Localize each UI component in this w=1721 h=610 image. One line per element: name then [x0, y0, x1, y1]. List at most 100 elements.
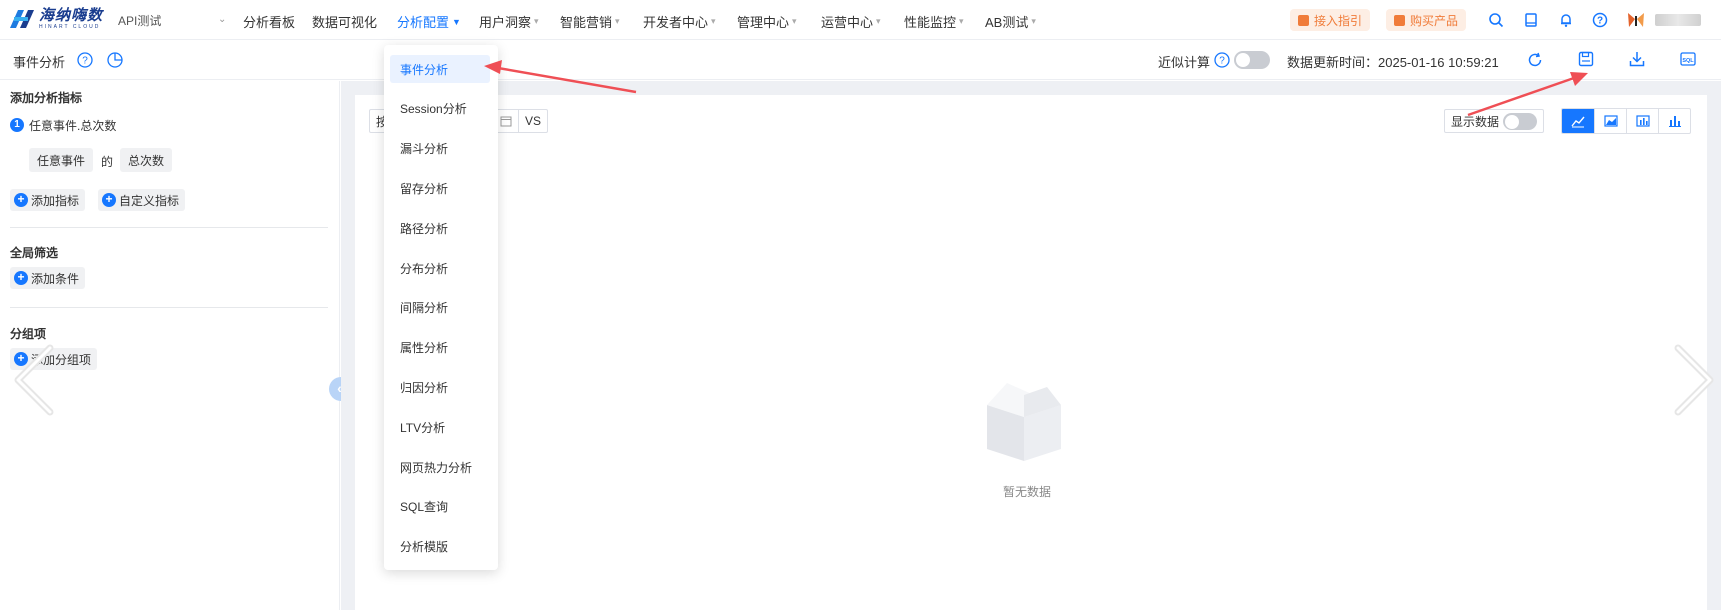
- search-icon[interactable]: [1486, 10, 1506, 30]
- vs-compare-button[interactable]: VS: [518, 110, 547, 132]
- save-icon[interactable]: [1577, 50, 1595, 68]
- buy-product-button[interactable]: 购买产品: [1386, 9, 1467, 31]
- nav-item[interactable]: 分析配置 ▼: [397, 12, 461, 31]
- nav-item-label: 分析看板: [243, 15, 296, 30]
- menu-item[interactable]: 归因分析: [390, 373, 490, 401]
- nav-item-label: 开发者中心: [643, 15, 709, 30]
- nav-item-label: 智能营销: [560, 15, 613, 30]
- menu-item[interactable]: 分布分析: [390, 254, 490, 282]
- nav-item-label: 管理中心: [737, 15, 790, 30]
- event-selector[interactable]: 任意事件: [29, 148, 94, 172]
- data-update-time: 数据更新时间：2025-01-16 10:59:21: [1287, 55, 1499, 70]
- nav-item[interactable]: 开发者中心 ▾: [643, 12, 716, 31]
- avatar[interactable]: [1625, 10, 1647, 30]
- menu-item[interactable]: SQL查询: [390, 493, 490, 521]
- column-chart-icon[interactable]: [1658, 109, 1690, 133]
- analysis-toolbar: 事件分析 ? 近似计算 ? 数据更新时间：2025-01-16 10:59:21…: [0, 40, 1721, 80]
- chevron-down-icon: ▾: [959, 16, 964, 26]
- logo[interactable]: 海纳嗨数 HINART CLOUD: [6, 8, 103, 30]
- pie-chart-icon[interactable]: [106, 51, 124, 69]
- empty-box-icon: [987, 383, 1061, 461]
- nav-item[interactable]: 智能营销 ▾: [560, 12, 620, 31]
- svg-text:?: ?: [82, 56, 88, 67]
- aggregation-selector[interactable]: 总次数: [120, 148, 173, 172]
- divider: [10, 227, 328, 228]
- analysis-config-menu: 事件分析 Session分析 漏斗分析留存分析路径分析分布分析间隔分析属性分析归因分…: [384, 45, 498, 570]
- chevron-down-icon: ▾: [615, 16, 620, 26]
- metric-index-badge: 1: [10, 118, 24, 132]
- menu-item[interactable]: 分析模版: [390, 533, 490, 561]
- help-icon[interactable]: ?: [1213, 51, 1231, 69]
- menu-item[interactable]: 留存分析: [390, 174, 490, 202]
- show-data-control: 显示数据: [1444, 109, 1545, 133]
- chart-area: 按 VS 显示数据 暂无数据: [341, 81, 1721, 610]
- menu-item[interactable]: 漏斗分析: [390, 135, 490, 163]
- nav-item[interactable]: 数据可视化: [312, 12, 377, 31]
- menu-item[interactable]: LTV分析: [390, 413, 490, 441]
- group-by-title: 分组项: [10, 327, 47, 341]
- show-data-toggle[interactable]: [1503, 112, 1538, 130]
- add-condition-button[interactable]: + 添加条件: [10, 267, 86, 289]
- menu-item[interactable]: 属性分析: [390, 334, 490, 362]
- add-metric-button[interactable]: + 添加指标: [10, 189, 86, 211]
- book-icon[interactable]: [1521, 10, 1541, 30]
- divider: [10, 307, 328, 308]
- guide-icon: [1298, 14, 1309, 26]
- nav-item[interactable]: 性能监控 ▾: [904, 12, 964, 31]
- logo-mark-icon: [10, 10, 34, 28]
- help-icon[interactable]: ?: [1590, 10, 1610, 30]
- nav-item-label: 数据可视化: [312, 15, 378, 30]
- of-text: 的: [101, 155, 114, 169]
- menu-item[interactable]: 间隔分析: [390, 294, 490, 322]
- add-metric-label: 添加指标: [31, 193, 80, 208]
- area-chart-icon[interactable]: [1594, 109, 1626, 133]
- line-chart-icon[interactable]: [1562, 109, 1594, 133]
- logo-name: 海纳嗨数: [39, 7, 104, 24]
- chevron-down-icon: ▾: [792, 16, 797, 26]
- nav-item[interactable]: 运营中心 ▾: [821, 12, 881, 31]
- plus-icon: +: [14, 352, 28, 366]
- approx-calc-toggle[interactable]: [1234, 51, 1270, 69]
- access-guide-button[interactable]: 接入指引: [1290, 9, 1371, 31]
- bookmark-icon: [1394, 14, 1405, 26]
- approx-calc-label: 近似计算: [1158, 55, 1211, 70]
- plus-icon: +: [102, 193, 116, 207]
- sql-icon[interactable]: SQL: [1679, 50, 1697, 68]
- add-group-button[interactable]: + 添加分组项: [10, 348, 98, 370]
- plus-icon: +: [14, 193, 28, 207]
- metrics-section-title: 添加分析指标: [10, 91, 83, 105]
- logo-subtitle: HINART CLOUD: [39, 24, 101, 30]
- nav-item[interactable]: 分析看板: [243, 12, 295, 31]
- svg-text:SQL: SQL: [1682, 58, 1694, 64]
- menu-item[interactable]: 网页热力分析: [390, 453, 490, 481]
- nav-item-label: 性能监控: [904, 15, 957, 30]
- nav-item[interactable]: AB测试 ▾: [985, 12, 1036, 31]
- username-blurred[interactable]: [1655, 14, 1701, 26]
- chevron-down-icon: ▼: [452, 16, 461, 27]
- bell-icon[interactable]: [1556, 10, 1576, 30]
- refresh-icon[interactable]: [1526, 51, 1544, 69]
- nav-item-label: 分析配置: [397, 15, 450, 30]
- plus-icon: +: [14, 271, 28, 285]
- svg-text:?: ?: [1219, 56, 1225, 67]
- chevron-down-icon[interactable]: ⌄: [218, 14, 226, 25]
- buy-product-label: 购买产品: [1410, 13, 1459, 28]
- chevron-down-icon: ▾: [1031, 16, 1036, 26]
- top-nav: 海纳嗨数 HINART CLOUD API测试 ⌄ 分析看板 数据可视化 分析配置 ▼…: [0, 0, 1721, 40]
- chevron-down-icon: ▾: [534, 16, 539, 26]
- bar-chart-icon[interactable]: [1626, 109, 1658, 133]
- download-icon[interactable]: [1628, 50, 1646, 68]
- add-condition-label: 添加条件: [31, 271, 80, 286]
- nav-item-label: 运营中心: [821, 15, 874, 30]
- menu-item[interactable]: Session分析: [390, 95, 490, 123]
- custom-metric-button[interactable]: + 自定义指标: [98, 189, 186, 211]
- nav-item-label: 用户洞察: [479, 15, 532, 30]
- menu-item[interactable]: 事件分析: [390, 55, 490, 83]
- nav-item[interactable]: 用户洞察 ▾: [479, 12, 539, 31]
- project-selector[interactable]: API测试: [118, 12, 161, 29]
- metric-name: 任意事件.总次数: [29, 119, 117, 133]
- empty-state-text: 暂无数据: [1003, 485, 1052, 499]
- nav-item[interactable]: 管理中心 ▾: [737, 12, 797, 31]
- menu-item[interactable]: 路径分析: [390, 214, 490, 242]
- help-icon[interactable]: ?: [76, 51, 94, 69]
